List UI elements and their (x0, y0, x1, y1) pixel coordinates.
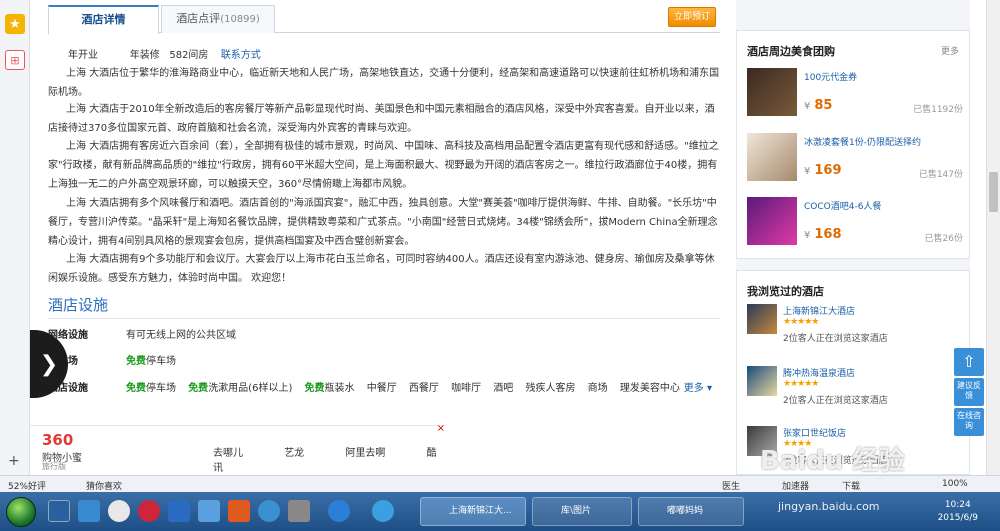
taskbar-task-chat[interactable]: 嘟嘟妈妈 (638, 497, 744, 526)
book-now-button[interactable]: 立即预订 (668, 7, 716, 27)
ie-icon[interactable] (328, 500, 350, 522)
ad-link-alitrip[interactable]: 阿里去啊 (345, 448, 385, 459)
facility-item: 中餐厅 (366, 383, 397, 394)
left-toolbar: ★ ⊞ + (0, 0, 30, 475)
deal-item[interactable]: 冰激凌套餐1份-仍限配送择约 ¥169 已售147份 (747, 133, 963, 185)
settings-app-icon[interactable] (288, 500, 310, 522)
system-clock[interactable]: 10:24 2015/6/9 (938, 499, 978, 525)
description-paragraph: 上海 大酒店拥有9个多功能厅和会议厅。大宴会厅以上海市花白玉兰命名，可同时容纳4… (48, 254, 715, 284)
qq-icon[interactable] (108, 500, 130, 522)
zoom-level[interactable]: 100% (942, 479, 968, 489)
deal-item[interactable]: COCO酒吧4-6人餐 ¥168 已售26份 (747, 197, 963, 249)
pen-app-icon[interactable] (228, 500, 250, 522)
viewed-hotel-item[interactable]: 上海新锦江大酒店 ★★★★★ 2位客人正在浏览这家酒店 (747, 304, 963, 354)
plane-app-icon[interactable] (198, 500, 220, 522)
deal-thumbnail[interactable] (747, 197, 797, 245)
page-scrollbar[interactable] (986, 0, 1000, 475)
facility-item: 免费停车场 (126, 383, 176, 394)
xiu-icon[interactable] (138, 500, 160, 522)
hotel-detail-main: 酒店详情 酒店点评(10899) 立即预订 年开业 年装修 582间房 联系方式… (30, 0, 732, 475)
facility-item: 残疾人客房 (525, 383, 576, 394)
scrollbar-thumb[interactable] (989, 172, 998, 212)
facility-item: 免费洗漱用品(6样以上) (188, 383, 293, 394)
star-rating-icon: ★★★★★ (783, 317, 819, 327)
watermark-url: jingyan.baidu.com (778, 500, 880, 513)
shopping-bag-icon[interactable]: ⊞ (5, 50, 25, 70)
feedback-button[interactable]: 建议反馈 (954, 378, 984, 406)
360-logo: 360 (42, 431, 74, 449)
taskbar-task-folder[interactable]: 库\图片 (532, 497, 632, 526)
doctor-button[interactable]: 医生 (722, 479, 740, 492)
grid-app-icon[interactable] (168, 500, 190, 522)
hotel-thumbnail[interactable] (747, 366, 777, 396)
tab-hotel-detail[interactable]: 酒店详情 (48, 5, 159, 34)
deal-thumbnail[interactable] (747, 68, 797, 116)
food-deals-panel: 酒店周边美食团购 更多 100元代金券 ¥85 已售1192份 冰激凌套餐1份-… (736, 30, 970, 259)
ad-link-kuxun[interactable]: 酷讯 (213, 448, 437, 474)
browser-e-icon[interactable] (258, 500, 280, 522)
facility-item: 商场 (587, 383, 608, 394)
baidu-watermark: Baidu 经验 (760, 446, 905, 476)
desktop-icon[interactable] (48, 500, 70, 522)
facility-item: 酒吧 (493, 383, 514, 394)
rating-status[interactable]: 52%好评 (8, 479, 46, 492)
browser-360-icon[interactable] (372, 500, 394, 522)
description-paragraph: 上海 大酒店位于繁华的淮海路商业中心，临近新天地和人民广场，高架地铁直达，交通十… (48, 68, 720, 98)
taskbar-task-browser[interactable]: 上海新锦江大... (420, 497, 526, 526)
description-paragraph: 上海 大酒店拥有客房近六百余间（套），全部拥有极佳的城市景观，时尚风、中国味、高… (48, 141, 719, 190)
online-consult-button[interactable]: 在线咨询 (954, 408, 984, 436)
close-icon[interactable]: × (437, 423, 445, 434)
facility-item: 理发美容中心 (619, 383, 680, 394)
browser-status-bar: 52%好评 猜你喜欢 医生 加速器 下载 100% (0, 475, 1000, 492)
deals-more-link[interactable]: 更多 (941, 44, 959, 57)
right-sidebar: 酒店周边美食团购 更多 100元代金券 ¥85 已售1192份 冰激凌套餐1份-… (736, 0, 970, 475)
description-paragraph: 上海 大酒店于2010年全新改造后的客房餐厅等新产品彰显现代时尚、美国景色和中国… (48, 104, 715, 134)
star-rating-icon: ★★★★★ (783, 379, 819, 389)
start-button[interactable] (6, 497, 36, 527)
guess-you-like-link[interactable]: 猜你喜欢 (86, 479, 122, 492)
facility-row-parking: 停车场 免费停车场 (48, 356, 176, 367)
add-plus-icon[interactable]: + (8, 453, 20, 469)
tab-hotel-reviews[interactable]: 酒店点评(10899) (161, 5, 275, 33)
window-switch-icon[interactable] (78, 500, 100, 522)
hotel-thumbnail[interactable] (747, 304, 777, 334)
accelerator-button[interactable]: 加速器 (782, 479, 809, 492)
facility-item: 西餐厅 (408, 383, 439, 394)
facility-item: 咖啡厅 (451, 383, 482, 394)
facilities-divider (48, 318, 720, 319)
description-paragraph: 上海 大酒店拥有多个风味餐厅和酒吧。酒店首创的"海派国宾宴"，融汇中西，独具创意… (48, 198, 718, 247)
detail-tabs: 酒店详情 酒店点评(10899) 立即预订 (48, 5, 720, 34)
favorite-star-icon[interactable]: ★ (5, 14, 25, 34)
facility-item: 免费瓶装水 (304, 383, 355, 394)
ad-links: 去哪儿 艺龙 阿里去啊 酷讯 (213, 444, 445, 474)
facilities-title: 酒店设施 (48, 296, 109, 314)
deal-item[interactable]: 100元代金券 ¥85 已售1192份 (747, 68, 963, 120)
viewed-hotel-item[interactable]: 腾冲热海温泉酒店 ★★★★★ 2位客人正在浏览这家酒店 (747, 366, 963, 416)
hotel-meta-line: 年开业 年装修 582间房 联系方式 (68, 50, 261, 61)
facility-row-hotel: 酒店设施 免费停车场 免费洗漱用品(6样以上) 免费瓶装水 中餐厅 西餐厅 咖啡… (48, 379, 720, 399)
back-to-top-button[interactable]: ⇧ (954, 348, 984, 376)
facilities-more-link[interactable]: 更多 ▾ (684, 379, 712, 394)
shopping-assistant-bar: 360 购物小蜜 旅行版 × 去哪儿 艺龙 阿里去啊 酷讯 (30, 423, 445, 475)
ad-link-qunar[interactable]: 去哪儿 (213, 448, 243, 459)
ad-link-elong[interactable]: 艺龙 (284, 448, 304, 459)
contact-link[interactable]: 联系方式 (221, 50, 261, 61)
facility-row-network: 网络设施 有可无线上网的公共区域 (48, 330, 236, 341)
deal-thumbnail[interactable] (747, 133, 797, 181)
download-button[interactable]: 下载 (842, 479, 860, 492)
